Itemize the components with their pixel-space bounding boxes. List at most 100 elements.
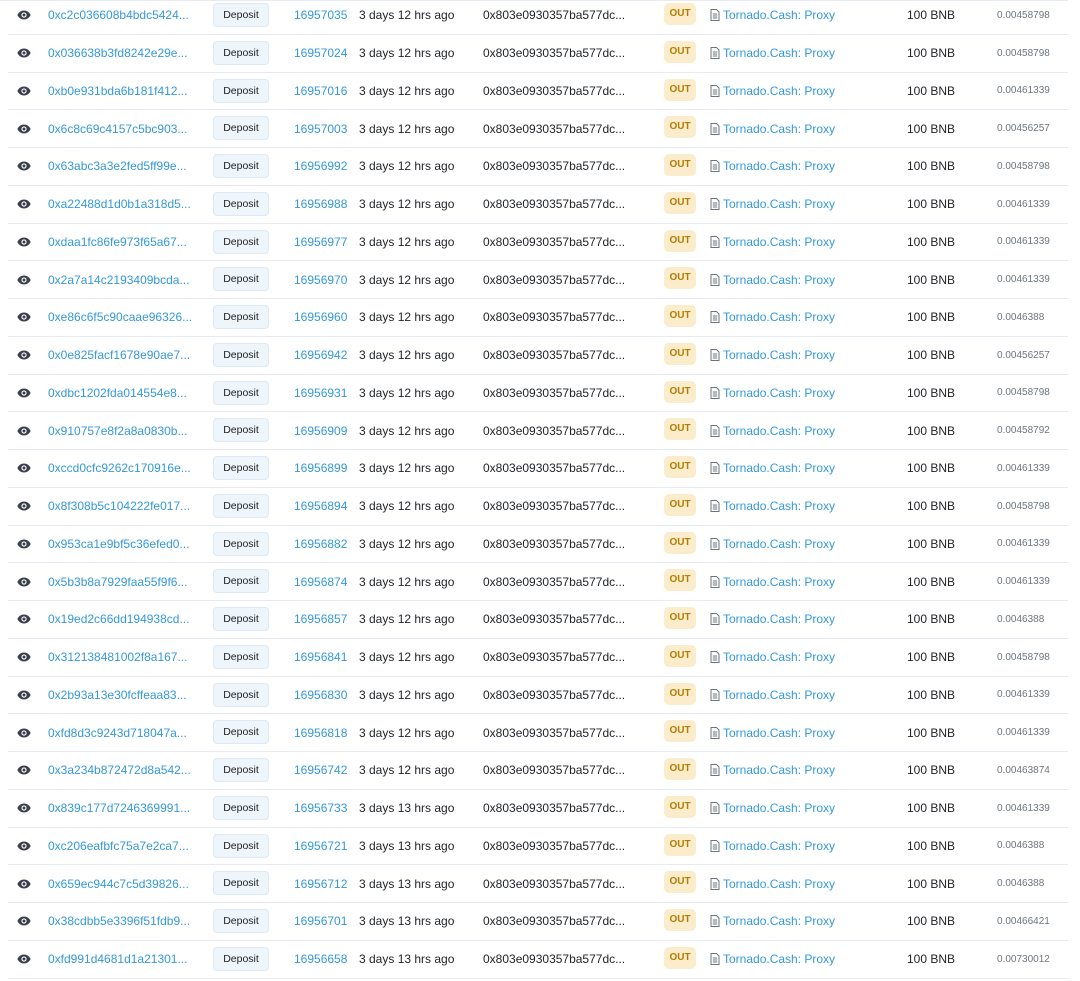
- eye-icon[interactable]: [17, 199, 31, 209]
- from-address[interactable]: 0x803e0930357ba577dc...: [483, 877, 625, 891]
- to-address-link[interactable]: Tornado.Cash: Proxy: [723, 499, 835, 513]
- block-link[interactable]: 16956899: [294, 461, 347, 475]
- eye-icon[interactable]: [17, 463, 31, 473]
- txn-hash-link[interactable]: 0xdaa1fc86fe973f65a67...: [48, 235, 187, 249]
- txn-hash-link[interactable]: 0xdbc1202fda014554e8...: [48, 386, 187, 400]
- to-address-link[interactable]: Tornado.Cash: Proxy: [723, 46, 835, 60]
- to-address-link[interactable]: Tornado.Cash: Proxy: [723, 122, 835, 136]
- to-address-link[interactable]: Tornado.Cash: Proxy: [723, 310, 835, 324]
- txn-hash-link[interactable]: 0xfd8d3c9243d718047a...: [48, 726, 187, 740]
- to-address-link[interactable]: Tornado.Cash: Proxy: [723, 159, 835, 173]
- from-address[interactable]: 0x803e0930357ba577dc...: [483, 763, 625, 777]
- to-address-link[interactable]: Tornado.Cash: Proxy: [723, 197, 835, 211]
- to-address-link[interactable]: Tornado.Cash: Proxy: [723, 424, 835, 438]
- from-address[interactable]: 0x803e0930357ba577dc...: [483, 84, 625, 98]
- block-link[interactable]: 16957024: [294, 46, 347, 60]
- from-address[interactable]: 0x803e0930357ba577dc...: [483, 159, 625, 173]
- from-address[interactable]: 0x803e0930357ba577dc...: [483, 46, 625, 60]
- block-link[interactable]: 16956830: [294, 688, 347, 702]
- txn-hash-link[interactable]: 0x38cdbb5e3396f51fdb9...: [48, 914, 190, 928]
- block-link[interactable]: 16956721: [294, 839, 347, 853]
- eye-icon[interactable]: [17, 803, 31, 813]
- txn-hash-link[interactable]: 0x8f308b5c104222fe017...: [48, 499, 190, 513]
- eye-icon[interactable]: [17, 312, 31, 322]
- from-address[interactable]: 0x803e0930357ba577dc...: [483, 273, 625, 287]
- txn-hash-link[interactable]: 0xb0e931bda6b181f412...: [48, 84, 187, 98]
- block-link[interactable]: 16956712: [294, 877, 347, 891]
- from-address[interactable]: 0x803e0930357ba577dc...: [483, 537, 625, 551]
- from-address[interactable]: 0x803e0930357ba577dc...: [483, 952, 625, 966]
- to-address-link[interactable]: Tornado.Cash: Proxy: [723, 877, 835, 891]
- txn-hash-link[interactable]: 0x2a7a14c2193409bcda...: [48, 273, 189, 287]
- block-link[interactable]: 16956733: [294, 801, 347, 815]
- to-address-link[interactable]: Tornado.Cash: Proxy: [723, 84, 835, 98]
- txn-hash-link[interactable]: 0xc2c036608b4bdc5424...: [48, 8, 189, 22]
- eye-icon[interactable]: [17, 501, 31, 511]
- to-address-link[interactable]: Tornado.Cash: Proxy: [723, 726, 835, 740]
- from-address[interactable]: 0x803e0930357ba577dc...: [483, 612, 625, 626]
- block-link[interactable]: 16957016: [294, 84, 347, 98]
- eye-icon[interactable]: [17, 237, 31, 247]
- eye-icon[interactable]: [17, 388, 31, 398]
- txn-hash-link[interactable]: 0x5b3b8a7929faa55f9f6...: [48, 575, 187, 589]
- eye-icon[interactable]: [17, 954, 31, 964]
- block-link[interactable]: 16956882: [294, 537, 347, 551]
- eye-icon[interactable]: [17, 652, 31, 662]
- to-address-link[interactable]: Tornado.Cash: Proxy: [723, 461, 835, 475]
- block-link[interactable]: 16956931: [294, 386, 347, 400]
- from-address[interactable]: 0x803e0930357ba577dc...: [483, 310, 625, 324]
- to-address-link[interactable]: Tornado.Cash: Proxy: [723, 348, 835, 362]
- eye-icon[interactable]: [17, 539, 31, 549]
- block-link[interactable]: 16956841: [294, 650, 347, 664]
- from-address[interactable]: 0x803e0930357ba577dc...: [483, 461, 625, 475]
- block-link[interactable]: 16956874: [294, 575, 347, 589]
- from-address[interactable]: 0x803e0930357ba577dc...: [483, 650, 625, 664]
- block-link[interactable]: 16956818: [294, 726, 347, 740]
- to-address-link[interactable]: Tornado.Cash: Proxy: [723, 575, 835, 589]
- eye-icon[interactable]: [17, 916, 31, 926]
- from-address[interactable]: 0x803e0930357ba577dc...: [483, 122, 625, 136]
- txn-hash-link[interactable]: 0x910757e8f2a8a0830b...: [48, 424, 187, 438]
- txn-hash-link[interactable]: 0x6c8c69c4157c5bc903...: [48, 122, 187, 136]
- block-link[interactable]: 16956658: [294, 952, 347, 966]
- block-link[interactable]: 16957003: [294, 122, 347, 136]
- eye-icon[interactable]: [17, 426, 31, 436]
- block-link[interactable]: 16956977: [294, 235, 347, 249]
- eye-icon[interactable]: [17, 690, 31, 700]
- eye-icon[interactable]: [17, 765, 31, 775]
- txn-hash-link[interactable]: 0xc206eafbfc75a7e2ca7...: [48, 839, 189, 853]
- txn-hash-link[interactable]: 0xa22488d1d0b1a318d5...: [48, 197, 191, 211]
- txn-hash-link[interactable]: 0x036638b3fd8242e29e...: [48, 46, 187, 60]
- block-link[interactable]: 16956909: [294, 424, 347, 438]
- eye-icon[interactable]: [17, 275, 31, 285]
- from-address[interactable]: 0x803e0930357ba577dc...: [483, 726, 625, 740]
- txn-hash-link[interactable]: 0x3a234b872472d8a542...: [48, 763, 191, 777]
- from-address[interactable]: 0x803e0930357ba577dc...: [483, 235, 625, 249]
- to-address-link[interactable]: Tornado.Cash: Proxy: [723, 8, 835, 22]
- eye-icon[interactable]: [17, 48, 31, 58]
- eye-icon[interactable]: [17, 614, 31, 624]
- eye-icon[interactable]: [17, 728, 31, 738]
- to-address-link[interactable]: Tornado.Cash: Proxy: [723, 235, 835, 249]
- to-address-link[interactable]: Tornado.Cash: Proxy: [723, 688, 835, 702]
- from-address[interactable]: 0x803e0930357ba577dc...: [483, 348, 625, 362]
- block-link[interactable]: 16956857: [294, 612, 347, 626]
- from-address[interactable]: 0x803e0930357ba577dc...: [483, 499, 625, 513]
- txn-hash-link[interactable]: 0x0e825facf1678e90ae7...: [48, 348, 190, 362]
- eye-icon[interactable]: [17, 350, 31, 360]
- from-address[interactable]: 0x803e0930357ba577dc...: [483, 839, 625, 853]
- txn-hash-link[interactable]: 0x19ed2c66dd194938cd...: [48, 612, 189, 626]
- to-address-link[interactable]: Tornado.Cash: Proxy: [723, 763, 835, 777]
- txn-hash-link[interactable]: 0x659ec944c7c5d39826...: [48, 877, 189, 891]
- txn-hash-link[interactable]: 0xfd991d4681d1a21301...: [48, 952, 187, 966]
- block-link[interactable]: 16956742: [294, 763, 347, 777]
- from-address[interactable]: 0x803e0930357ba577dc...: [483, 914, 625, 928]
- txn-hash-link[interactable]: 0x953ca1e9bf5c36efed0...: [48, 537, 189, 551]
- eye-icon[interactable]: [17, 879, 31, 889]
- from-address[interactable]: 0x803e0930357ba577dc...: [483, 801, 625, 815]
- to-address-link[interactable]: Tornado.Cash: Proxy: [723, 952, 835, 966]
- from-address[interactable]: 0x803e0930357ba577dc...: [483, 575, 625, 589]
- to-address-link[interactable]: Tornado.Cash: Proxy: [723, 386, 835, 400]
- block-link[interactable]: 16956894: [294, 499, 347, 513]
- block-link[interactable]: 16956970: [294, 273, 347, 287]
